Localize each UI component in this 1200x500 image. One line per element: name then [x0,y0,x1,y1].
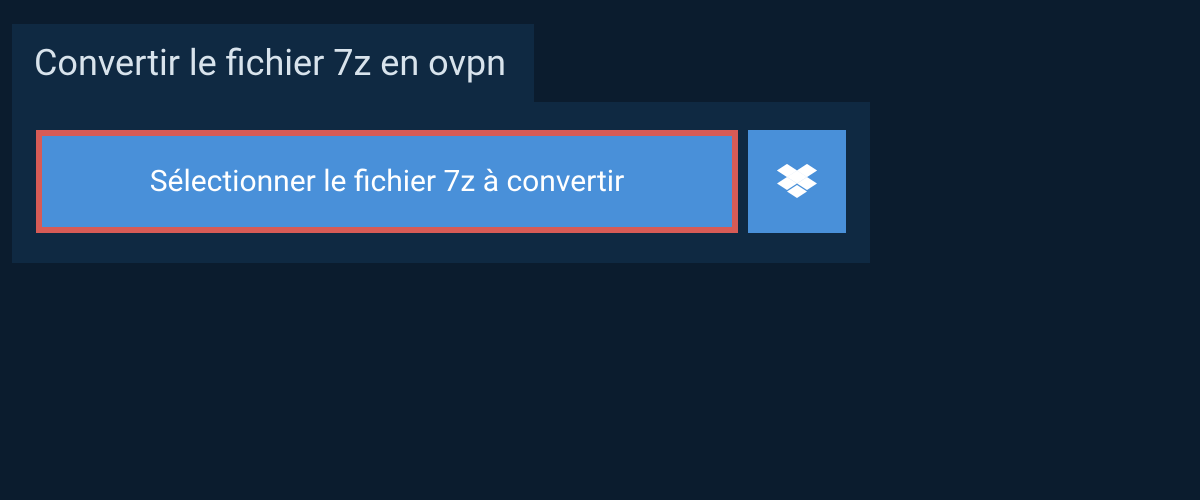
dropbox-button[interactable] [748,130,846,233]
upload-panel: Sélectionner le fichier 7z à convertir [12,102,870,263]
select-file-button[interactable]: Sélectionner le fichier 7z à convertir [36,130,738,233]
page-title: Convertir le fichier 7z en ovpn [34,42,506,84]
tab-header: Convertir le fichier 7z en ovpn [12,24,534,102]
select-file-button-label: Sélectionner le fichier 7z à convertir [150,164,625,199]
dropbox-icon [777,164,817,200]
